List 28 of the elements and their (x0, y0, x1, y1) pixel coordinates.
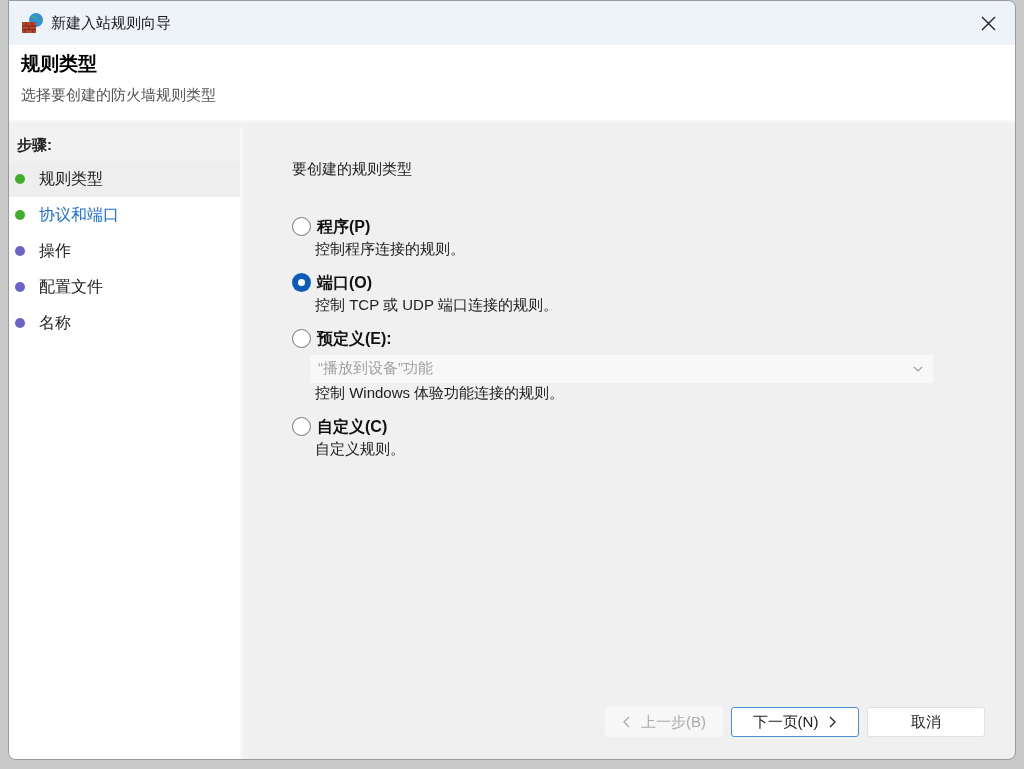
radio-option[interactable]: 预定义(E): (292, 326, 945, 351)
option-description: 自定义规则。 (315, 438, 406, 459)
step-item[interactable]: 协议和端口 (9, 197, 240, 233)
next-button[interactable]: 下一页(N) (731, 707, 859, 737)
radio-button[interactable] (292, 417, 311, 436)
radio-button[interactable] (292, 329, 311, 348)
question-label: 要创建的规则类型 (292, 159, 413, 179)
radio-button[interactable] (292, 217, 311, 236)
radio-option[interactable]: 端口(O) (292, 270, 945, 295)
chevron-left-icon (622, 716, 631, 728)
option-description: 控制 TCP 或 UDP 端口连接的规则。 (315, 294, 559, 315)
cancel-button[interactable]: 取消 (867, 707, 985, 737)
step-item[interactable]: 操作 (9, 233, 240, 269)
step-item[interactable]: 规则类型 (9, 161, 240, 197)
radio-button[interactable] (292, 273, 311, 292)
option-description: 控制 Windows 体验功能连接的规则。 (315, 382, 566, 403)
close-icon (980, 15, 996, 31)
page-subtitle: 选择要创建的防火墙规则类型 (21, 85, 217, 105)
firewall-icon (21, 12, 45, 34)
chevron-right-icon (828, 716, 838, 728)
step-item[interactable]: 配置文件 (9, 269, 240, 305)
radio-option[interactable]: 程序(P) (292, 214, 945, 239)
window-title: 新建入站规则向导 (51, 12, 171, 33)
steps-heading: 步骤: (9, 127, 240, 161)
radio-option[interactable]: 自定义(C) (292, 414, 945, 439)
step-item[interactable]: 名称 (9, 305, 240, 341)
option-description: 控制程序连接的规则。 (315, 238, 466, 259)
page-title: 规则类型 (21, 52, 98, 76)
